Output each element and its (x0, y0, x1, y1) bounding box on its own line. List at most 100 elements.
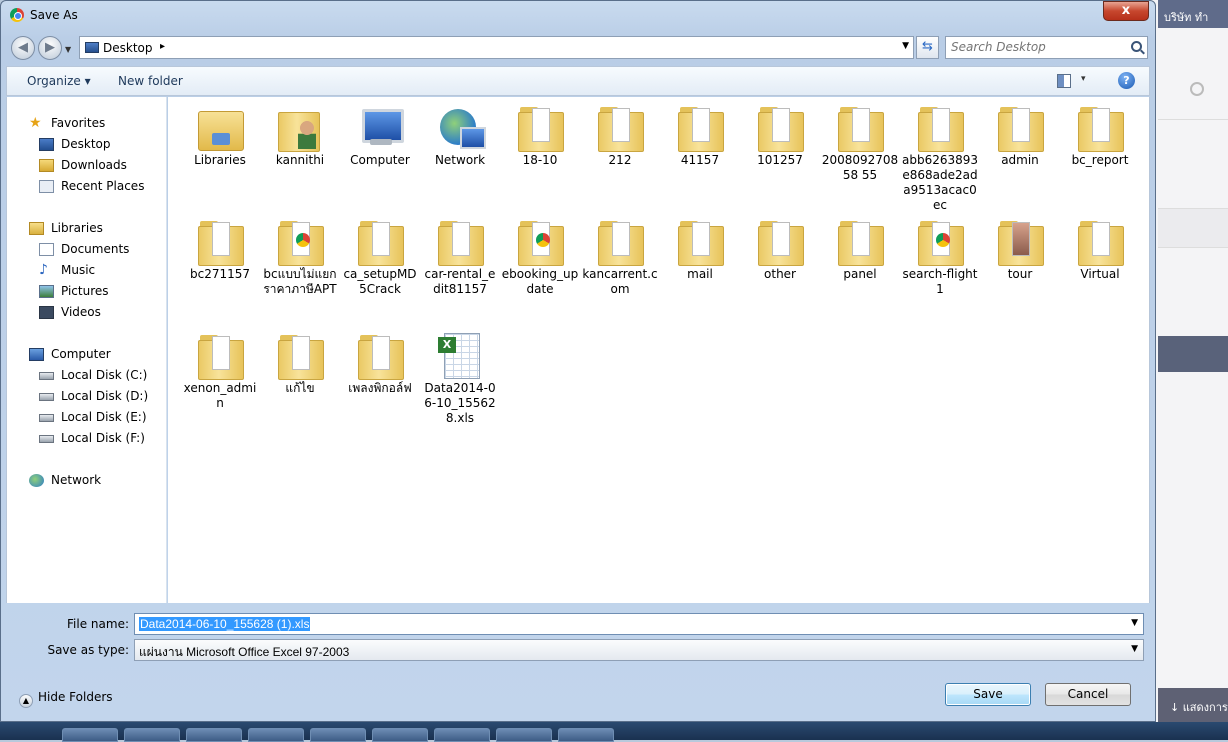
search-icon[interactable] (1131, 41, 1142, 52)
folder-contents-preview (1012, 108, 1030, 142)
background-search-area (1158, 60, 1228, 120)
file-name-field[interactable]: Data2014-06-10_155628 (1).xls ▼ (134, 613, 1144, 635)
file-item-label: bc_report (1071, 153, 1129, 167)
file-item-label: abb6263893e868ade2ada9513acac0ec (901, 153, 979, 212)
close-button[interactable]: x (1103, 1, 1149, 21)
file-item[interactable]: kancarrent.com (581, 213, 659, 297)
folder-contents-preview (1092, 222, 1110, 256)
title-bar[interactable]: Save As x (1, 1, 1155, 29)
file-item[interactable]: bcแบบไม่แยกราคาภาษีAPT (261, 213, 339, 297)
file-item[interactable]: 212 (581, 99, 659, 168)
file-item[interactable]: Network (421, 99, 499, 168)
file-item[interactable]: 18-10 (501, 99, 579, 168)
recent-places-icon (39, 180, 54, 193)
save-as-type-select[interactable]: แผ่นงาน Microsoft Office Excel 97-2003 ▼ (134, 639, 1144, 661)
cancel-button[interactable]: Cancel (1045, 683, 1131, 706)
star-icon: ★ (29, 115, 42, 131)
hide-folders-toggle[interactable]: ▲ Hide Folders (19, 690, 113, 708)
save-as-type-dropdown-icon[interactable]: ▼ (1131, 644, 1138, 654)
file-item[interactable]: ebooking_update (501, 213, 579, 297)
dialog-title: Save As (30, 8, 78, 22)
file-list: Libraries kannithi Computer Network 18-10 212… (168, 97, 1150, 603)
file-item[interactable]: abb6263893e868ade2ada9513acac0ec (901, 99, 979, 213)
excel-file-icon (436, 333, 484, 379)
nav-item-label: Downloads (61, 158, 127, 172)
help-icon[interactable]: ? (1118, 72, 1135, 89)
file-item[interactable]: admin (981, 99, 1059, 168)
file-item-label: Virtual (1080, 267, 1120, 281)
folder-contents-preview (532, 222, 550, 256)
file-item-label: car-rental_edit81157 (424, 267, 496, 296)
file-item[interactable]: other (741, 213, 819, 282)
change-view-icon[interactable] (1057, 74, 1071, 88)
navigation-pane: ★ Favorites Desktop Downloads Recent Places L… (6, 97, 167, 603)
new-folder-button[interactable]: New folder (118, 74, 183, 88)
taskbar (0, 722, 1228, 742)
folder-contents-preview (1092, 108, 1110, 142)
address-bar[interactable]: Desktop ▸ ▼ (79, 36, 914, 59)
search-input[interactable] (951, 40, 1126, 54)
file-item[interactable]: เพลงพิกอล์ฟ (341, 327, 419, 396)
folder-contents-preview (452, 222, 470, 256)
file-item[interactable]: 101257 (741, 99, 819, 168)
file-item[interactable]: car-rental_edit81157 (421, 213, 499, 297)
nav-item-label: Music (61, 263, 96, 277)
file-item[interactable]: bc271157 (181, 213, 259, 282)
file-item[interactable]: Libraries (181, 99, 259, 168)
folder-icon (596, 219, 644, 266)
disk-icon (39, 435, 54, 443)
folder-contents-preview (692, 222, 710, 256)
address-dropdown-icon[interactable]: ▼ (902, 41, 909, 51)
file-item[interactable]: mail (661, 213, 739, 282)
refresh-button[interactable]: ⇆ (916, 36, 939, 59)
file-item-label: เพลงพิกอล์ฟ (348, 381, 412, 395)
background-download-bar[interactable]: ↓ แสดงการ (1158, 688, 1228, 722)
search-icon[interactable] (1190, 82, 1204, 96)
file-item-label: Libraries (194, 153, 246, 167)
save-button[interactable]: Save (945, 683, 1031, 706)
recent-locations-dropdown[interactable]: ▼ (65, 45, 71, 54)
command-toolbar: Organize ▾ New folder ▾ ? (6, 66, 1150, 96)
breadcrumb-arrow-icon[interactable]: ▸ (160, 41, 165, 52)
file-item-label: 212 (608, 153, 632, 167)
computer-icon (356, 105, 404, 151)
music-icon: ♪ (39, 262, 48, 278)
file-item[interactable]: Computer (341, 99, 419, 168)
file-name-dropdown-icon[interactable]: ▼ (1131, 618, 1138, 628)
file-item[interactable]: tour (981, 213, 1059, 282)
disk-icon (39, 372, 54, 380)
forward-button[interactable]: ▶ (38, 36, 62, 60)
nav-item-label: Local Disk (F:) (61, 431, 145, 445)
folder-contents-preview (372, 222, 390, 256)
hide-folders-label: Hide Folders (38, 690, 113, 704)
file-item[interactable]: Data2014-06-10_155628.xls (421, 327, 499, 426)
back-button[interactable]: ◀ (11, 36, 35, 60)
file-item[interactable]: แก้ไข (261, 327, 339, 396)
file-item[interactable]: Virtual (1061, 213, 1139, 282)
folder-icon (356, 333, 404, 380)
folder-contents-preview (1012, 222, 1030, 256)
file-item[interactable]: panel (821, 213, 899, 282)
folder-contents-preview (772, 108, 790, 142)
address-breadcrumb[interactable]: Desktop (103, 41, 153, 55)
network-icon (436, 105, 486, 151)
file-item[interactable]: 41157 (661, 99, 739, 168)
file-item[interactable]: kannithi (261, 99, 339, 168)
file-item[interactable]: ca_setupMD5Crack (341, 213, 419, 297)
folder-contents-preview (212, 336, 230, 370)
folder-icon (676, 219, 724, 266)
save-as-type-label: Save as type: (47, 643, 129, 657)
documents-icon (39, 243, 54, 256)
file-item[interactable]: xenon_admin (181, 327, 259, 411)
nav-item-label: Videos (61, 305, 101, 319)
file-item-label: panel (843, 267, 877, 281)
file-item-label: 200809270858 55 (821, 153, 899, 182)
file-item[interactable]: 200809270858 55 (821, 99, 899, 183)
file-item[interactable]: bc_report (1061, 99, 1139, 168)
view-dropdown-icon[interactable]: ▾ (1081, 74, 1086, 84)
file-name-value[interactable]: Data2014-06-10_155628 (1).xls (139, 617, 311, 631)
downloads-icon (39, 159, 54, 172)
file-item[interactable]: search-flight1 (901, 213, 979, 297)
search-box[interactable] (945, 36, 1148, 59)
organize-menu[interactable]: Organize ▾ (27, 74, 91, 88)
